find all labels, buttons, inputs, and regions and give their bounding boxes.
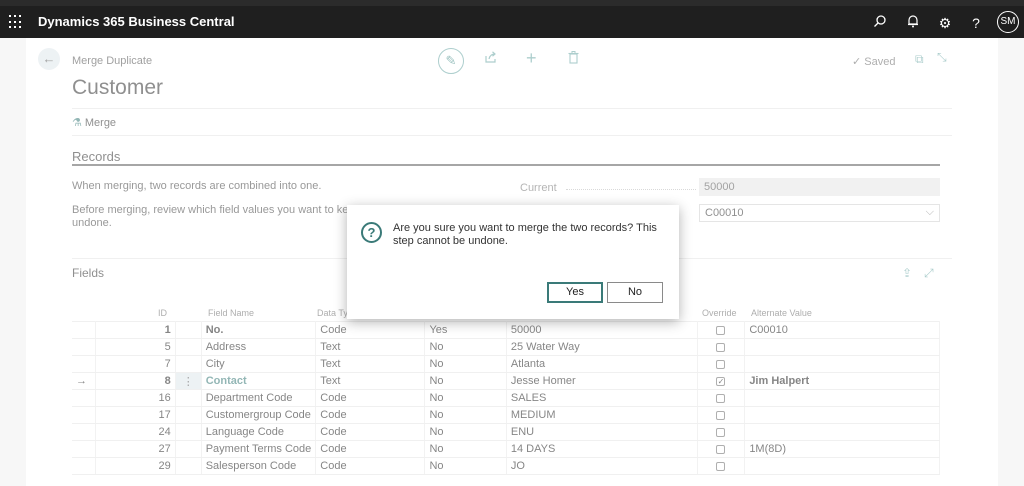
top-bar: Dynamics 365 Business Central ⚙ ? SM <box>0 0 1024 38</box>
bell-icon[interactable] <box>904 14 922 32</box>
no-button[interactable]: No <box>607 282 663 303</box>
yes-button[interactable]: Yes <box>547 282 603 303</box>
question-icon: ? <box>361 222 382 243</box>
avatar[interactable]: SM <box>997 11 1019 33</box>
search-icon[interactable] <box>871 14 889 32</box>
app-title: Dynamics 365 Business Central <box>38 14 235 29</box>
dialog-message: Are you sure you want to merge the two r… <box>393 222 657 247</box>
app-launcher-icon[interactable] <box>9 15 23 29</box>
gear-icon[interactable]: ⚙ <box>936 14 954 32</box>
confirm-dialog: ? Are you sure you want to merge the two… <box>347 205 679 319</box>
help-icon[interactable]: ? <box>967 14 985 32</box>
